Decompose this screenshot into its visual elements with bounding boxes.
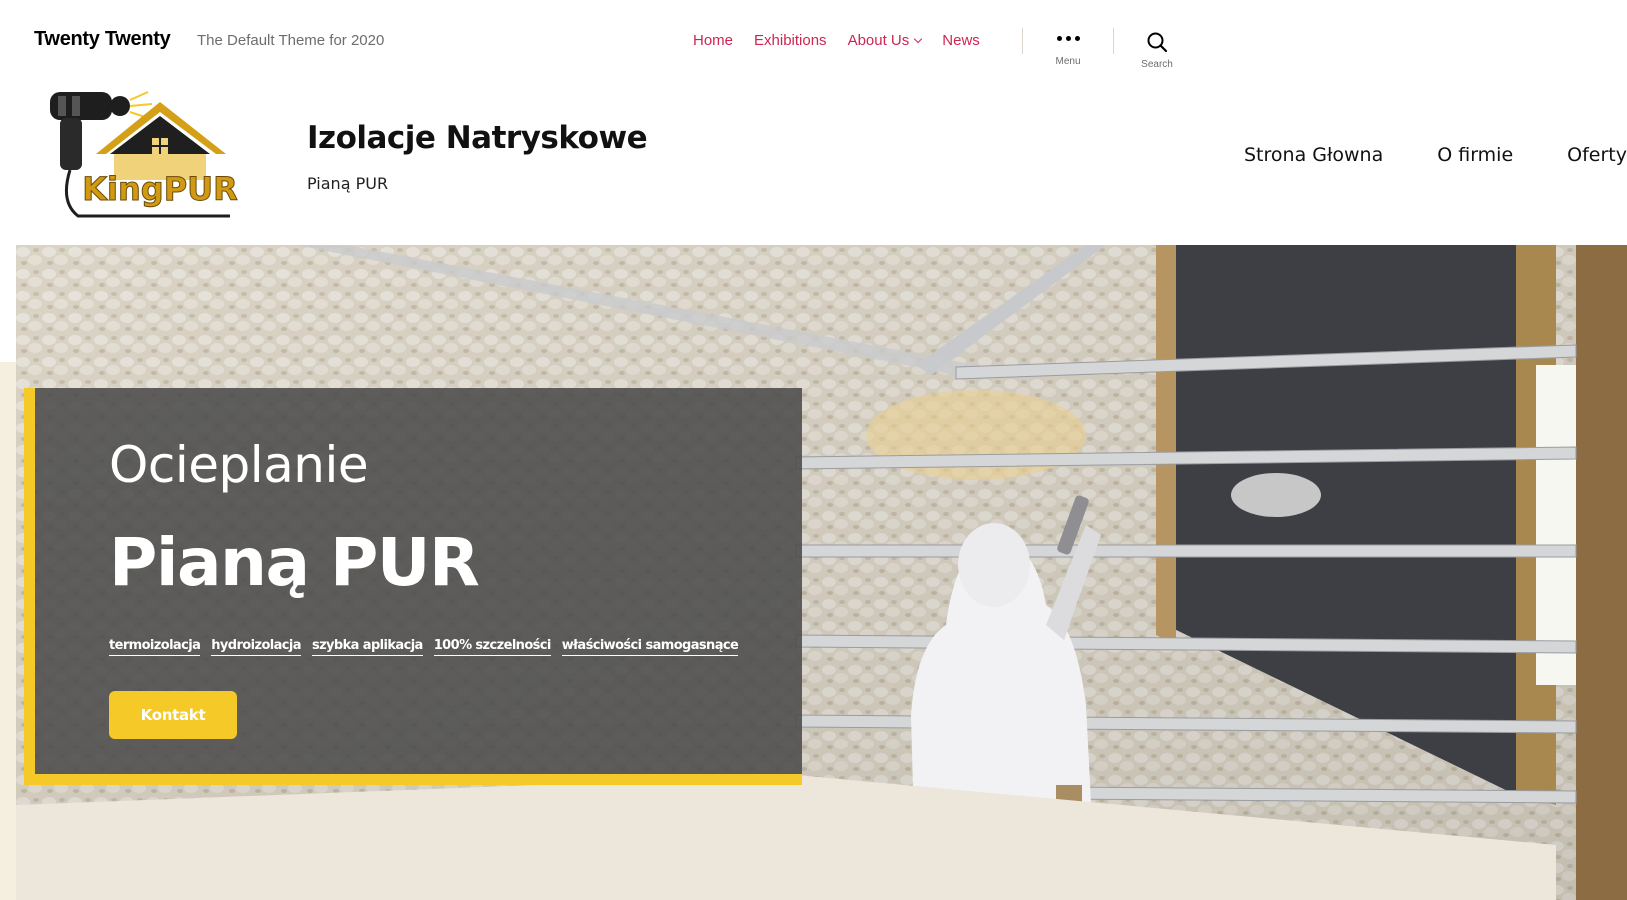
site-tagline: The Default Theme for 2020 (197, 32, 385, 49)
tag-szczelnosc[interactable]: 100% szczelności (433, 638, 551, 656)
nav-strona-glowna[interactable]: Strona Głowna (1244, 144, 1383, 166)
hero-tags: termoizolacja hydroizolacja szybka aplik… (109, 638, 739, 656)
divider (1022, 28, 1023, 54)
brand-header: KingPUR Izolacje Natryskowe Pianą PUR St… (16, 82, 1627, 245)
hero-section: Ocieplanie Pianą PUR termoizolacja hydro… (16, 245, 1627, 900)
search-toggle-label: Search (1141, 59, 1173, 70)
tag-hydroizolacja[interactable]: hydroizolacja (211, 638, 302, 656)
divider (1113, 28, 1114, 54)
hero-title-line-1: Ocieplanie (109, 436, 369, 494)
site-name[interactable]: Izolacje Natryskowe (307, 120, 648, 156)
primary-menu: Home Exhibitions About Us News (693, 32, 980, 49)
menu-toggle-label: Menu (1055, 56, 1081, 67)
hero-callout: Ocieplanie Pianą PUR termoizolacja hydro… (24, 388, 802, 785)
nav-about-us[interactable]: About Us (847, 32, 923, 49)
kontakt-button[interactable]: Kontakt (109, 691, 237, 739)
nav-about-us-label: About Us (847, 32, 910, 49)
nav-home[interactable]: Home (693, 32, 733, 49)
tag-szybka-aplikacja[interactable]: szybka aplikacja (311, 638, 423, 656)
search-icon (1147, 32, 1168, 53)
tag-termoizolacja[interactable]: termoizolacja (109, 638, 201, 656)
hero-title-line-2: Pianą PUR (109, 524, 480, 601)
nav-news[interactable]: News (942, 32, 980, 49)
kingpur-logo[interactable]: KingPUR (30, 82, 250, 232)
menu-toggle-button[interactable]: Menu (1038, 28, 1098, 67)
site-subtitle: Pianą PUR (307, 174, 389, 193)
site-title-link[interactable]: Twenty Twenty (34, 28, 171, 51)
nav-oferty[interactable]: Oferty (1567, 144, 1627, 166)
chevron-down-icon (914, 34, 923, 44)
nav-exhibitions[interactable]: Exhibitions (754, 32, 827, 49)
search-toggle-button[interactable]: Search (1127, 28, 1187, 70)
nav-o-firmie[interactable]: O firmie (1437, 144, 1513, 166)
theme-header: Twenty Twenty The Default Theme for 2020… (0, 0, 1627, 82)
svg-text:KingPUR: KingPUR (82, 170, 238, 208)
main-menu: Strona Głowna O firmie Oferty (1244, 144, 1627, 166)
tag-samogasnace[interactable]: właściwości samogasnące (561, 638, 739, 656)
left-edge-strip (0, 362, 16, 900)
hero-callout-panel: Ocieplanie Pianą PUR termoizolacja hydro… (35, 388, 802, 774)
more-dots-icon (1038, 28, 1098, 50)
